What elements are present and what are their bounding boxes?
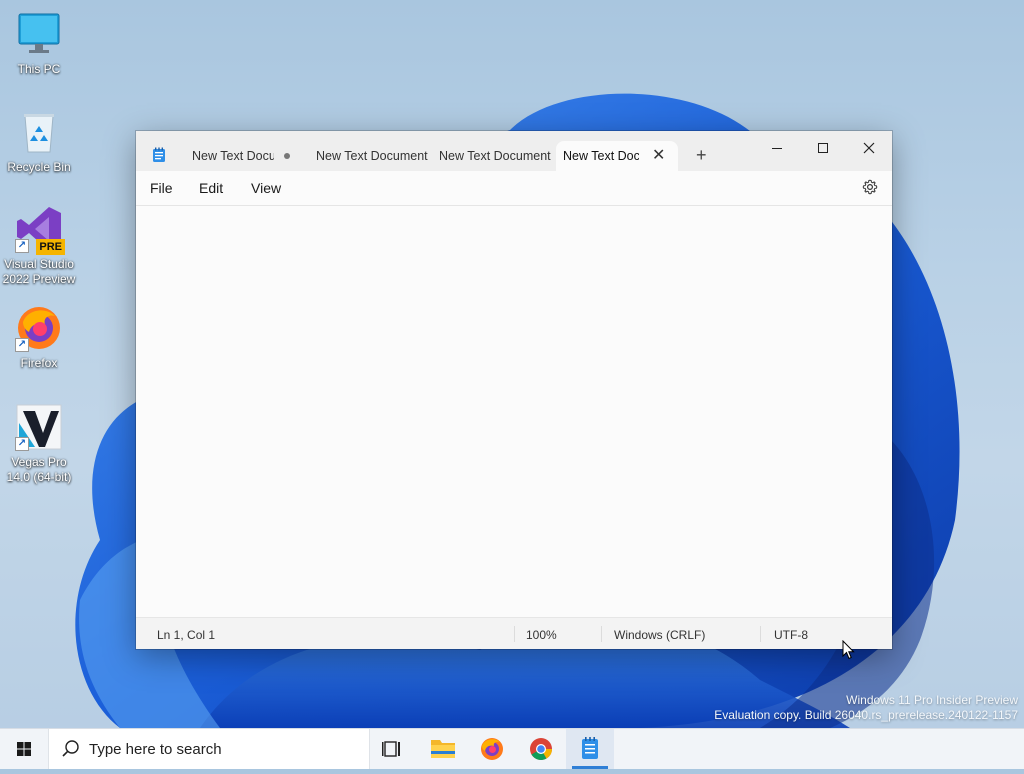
notepad-window: New Text Docu New Text Document New Text… (136, 131, 892, 649)
desktop-icon-vegas-pro[interactable]: ↗ Vegas Pro 14.0 (64-bit) (1, 403, 77, 485)
monitor-icon (15, 10, 63, 58)
title-bar[interactable]: New Text Docu New Text Document New Text… (136, 131, 892, 171)
menu-bar: File Edit View (136, 171, 892, 206)
recycle-bin-icon (15, 108, 63, 156)
close-window-button[interactable] (846, 135, 892, 163)
start-button[interactable] (0, 729, 48, 769)
unsaved-dot-icon (284, 153, 290, 159)
status-divider (514, 626, 515, 642)
tab-document-4[interactable]: New Text Doc ✕ (556, 141, 678, 171)
folder-icon (431, 740, 455, 758)
desktop-icon-label: This PC (17, 62, 61, 76)
new-tab-button[interactable]: + (696, 145, 707, 165)
visual-studio-icon: PRE ↗ (15, 205, 65, 255)
task-view-icon (382, 741, 400, 757)
encoding[interactable]: UTF-8 (774, 628, 808, 642)
desktop-icon-firefox[interactable]: ↗ Firefox (1, 304, 77, 371)
zoom-level[interactable]: 100% (526, 628, 557, 642)
notepad-app-icon (152, 147, 166, 168)
desktop-icon-recycle-bin[interactable]: Recycle Bin (1, 108, 77, 175)
tab-document-2[interactable]: New Text Document (308, 141, 430, 171)
settings-gear-icon[interactable] (862, 179, 878, 200)
status-bar: Ln 1, Col 1 100% Windows (CRLF) UTF-8 (136, 617, 892, 649)
tab-document-1[interactable]: New Text Docu (184, 141, 306, 171)
tab-label: New Text Document (439, 149, 551, 163)
evaluation-watermark: Windows 11 Pro Insider Preview Evaluatio… (714, 693, 1018, 723)
cursor-position: Ln 1, Col 1 (157, 628, 216, 642)
task-view-button[interactable] (368, 729, 416, 769)
menu-file[interactable]: File (150, 180, 173, 196)
mouse-cursor-icon (842, 640, 855, 660)
desktop-icon-label: Firefox (20, 356, 58, 370)
desktop-icon-label: Visual Studio 2022 Preview (2, 257, 76, 286)
chrome-taskbar-button[interactable] (517, 729, 565, 769)
watermark-line1: Windows 11 Pro Insider Preview (846, 693, 1018, 707)
desktop-icon-label: Vegas Pro 14.0 (64-bit) (6, 455, 72, 484)
notepad-icon (582, 737, 598, 759)
search-icon (62, 740, 79, 757)
firefox-icon (481, 738, 503, 760)
minimize-button[interactable] (754, 135, 800, 163)
firefox-icon: ↗ (15, 304, 63, 352)
menu-edit[interactable]: Edit (199, 180, 223, 196)
chrome-icon (530, 738, 552, 760)
maximize-button[interactable] (800, 135, 846, 163)
shortcut-arrow-icon: ↗ (15, 437, 29, 451)
status-divider (601, 626, 602, 642)
search-placeholder: Type here to search (89, 741, 222, 758)
text-editor-area[interactable] (136, 206, 892, 617)
vegas-pro-icon: ↗ (15, 403, 63, 451)
watermark-line2: Evaluation copy. Build 26040.rs_prerelea… (714, 708, 1018, 722)
taskbar: Type here to search (0, 728, 1024, 769)
tab-label: New Text Docu (192, 149, 274, 163)
firefox-taskbar-button[interactable] (468, 729, 516, 769)
tab-label: New Text Document (316, 149, 428, 163)
shortcut-arrow-icon: ↗ (15, 338, 29, 352)
desktop-icon-visual-studio[interactable]: PRE ↗ Visual Studio 2022 Preview (1, 205, 77, 287)
menu-view[interactable]: View (251, 180, 281, 196)
line-ending[interactable]: Windows (CRLF) (614, 628, 705, 642)
tab-label: New Text Doc (563, 149, 639, 163)
file-explorer-button[interactable] (419, 729, 467, 769)
status-divider (760, 626, 761, 642)
close-tab-icon[interactable]: ✕ (652, 141, 665, 171)
taskbar-search-box[interactable]: Type here to search (48, 729, 370, 769)
notepad-taskbar-button[interactable] (566, 729, 614, 769)
shortcut-arrow-icon: ↗ (15, 239, 29, 253)
windows-logo-icon (17, 742, 31, 756)
tab-document-3[interactable]: New Text Document (432, 141, 554, 171)
desktop-icon-this-pc[interactable]: This PC (1, 10, 77, 77)
preview-badge: PRE (36, 239, 65, 255)
desktop-icon-label: Recycle Bin (7, 160, 71, 174)
